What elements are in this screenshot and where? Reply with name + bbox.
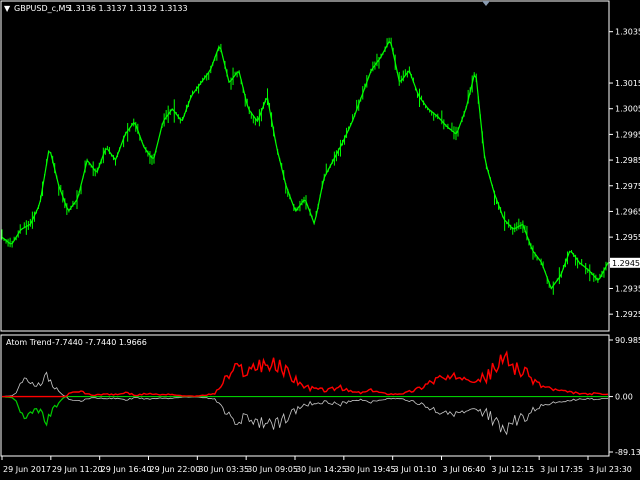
time-axis: 29 Jun 2017 29 Jun 11:2029 Jun 16:4029 Ju…	[1, 456, 632, 474]
indicator-values: -7.7440 -7.7440 1.9666	[52, 338, 147, 347]
time-tick-label: 29 Jun 11:20	[52, 465, 103, 474]
dropdown-icon[interactable]: ▼	[4, 4, 11, 13]
time-tick-label: 3 Jul 01:10	[394, 465, 437, 474]
time-tick-label: 3 Jul 12:15	[491, 465, 534, 474]
price-axis: 1.3035 1.3015 1.3005 1.2995 1.2985 1.2975 1.29…	[609, 28, 640, 319]
price-tick-label: 1.2965	[615, 207, 640, 216]
time-tick-label: 29 Jun 16:40	[101, 465, 152, 474]
trading-chart[interactable]: ▼ GBPUSD_c,M5 1.3136 1.3137 1.3132 1.313…	[0, 0, 640, 480]
indicator-positive-line	[2, 350, 609, 398]
time-tick-label: 30 Jun 09:05	[247, 465, 298, 474]
price-tick-label: 1.2975	[615, 182, 640, 191]
indicator-tick-label: 90.9859	[615, 336, 640, 345]
time-tick-label: 30 Jun 03:35	[198, 465, 249, 474]
time-tick-label: 30 Jun 14:25	[296, 465, 347, 474]
indicator-axis: 90.9859 0.00 -89.1308	[609, 336, 640, 457]
price-tick-label: 1.3015	[615, 79, 640, 88]
time-tick-label: 3 Jul 17:35	[540, 465, 583, 474]
indicator-series	[1, 350, 609, 436]
current-price-label: 1.2945	[612, 259, 640, 268]
symbol-timeframe: GBPUSD_c,M5	[14, 4, 71, 13]
time-tick-label: 3 Jul 06:40	[443, 465, 486, 474]
price-tick-label: 1.3035	[615, 28, 640, 37]
time-tick-label: 30 Jun 19:45	[345, 465, 396, 474]
indicator-tick-label: -89.1308	[615, 448, 640, 457]
price-tick-label: 1.2985	[615, 156, 640, 165]
price-series	[1, 37, 609, 295]
period-separator-marker	[482, 1, 490, 6]
indicator-tick-label: 0.00	[615, 393, 633, 402]
ohlc-values: 1.3136 1.3137 1.3132 1.3133	[68, 4, 188, 13]
time-tick-label: 29 Jun 22:00	[150, 465, 201, 474]
price-tick-label: 1.2935	[615, 284, 640, 293]
time-tick-label: 29 Jun 2017	[3, 465, 51, 474]
price-tick-label: 1.2995	[615, 130, 640, 139]
indicator-negative-line	[1, 395, 608, 427]
time-tick-label: 3 Jul 23:30	[589, 465, 632, 474]
indicator-name: Atom Trend	[6, 338, 52, 347]
price-tick-label: 1.2955	[615, 233, 640, 242]
price-tick-label: 1.3005	[615, 105, 640, 114]
price-tick-label: 1.2925	[615, 310, 640, 319]
indicator-mirror-line	[1, 371, 609, 436]
